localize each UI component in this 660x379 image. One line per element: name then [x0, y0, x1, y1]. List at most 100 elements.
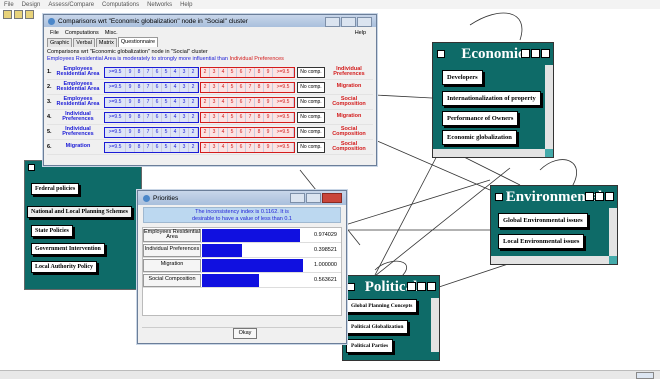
minimize-icon[interactable] [325, 17, 340, 27]
scale-cell[interactable]: 3 [210, 67, 219, 77]
scale-cell[interactable]: 7 [246, 67, 255, 77]
node-political-parties[interactable]: Political Parties [346, 339, 394, 353]
scale-cell[interactable]: 7 [246, 112, 255, 122]
menu-misc[interactable]: Misc. [105, 30, 118, 36]
scale-cell[interactable]: 8 [255, 127, 264, 137]
vertical-scrollbar[interactable] [431, 298, 439, 352]
scale-cell[interactable]: 5 [162, 127, 171, 137]
scale-cell[interactable]: 9 [126, 82, 135, 92]
scale-cell[interactable]: 4 [219, 67, 228, 77]
scale-cell[interactable]: 7 [144, 97, 153, 107]
scale-cell[interactable]: 9 [264, 112, 273, 122]
close-icon[interactable] [605, 192, 614, 201]
scale-cell[interactable]: 5 [162, 112, 171, 122]
scale-cell[interactable]: 8 [255, 82, 264, 92]
scale-cell[interactable]: >=9.5 [105, 112, 126, 122]
scale-cell[interactable]: 7 [144, 142, 153, 152]
node-political-globalization[interactable]: Political Globalization [346, 320, 409, 334]
scale-cell[interactable]: 9 [126, 67, 135, 77]
scale-cell[interactable]: 8 [255, 112, 264, 122]
node-federal-policies[interactable]: Federal policies [31, 183, 80, 195]
no-comparison-button[interactable]: No comp. [297, 111, 325, 123]
priorities-titlebar[interactable]: Priorities [138, 191, 346, 205]
scale-cell[interactable]: 2 [201, 97, 210, 107]
menu-help[interactable]: Help [355, 30, 366, 36]
maximize-icon[interactable] [341, 17, 356, 27]
political-cluster-window[interactable]: Political Global Planning Concepts Polit… [342, 275, 440, 361]
scale-cell[interactable]: 9 [126, 97, 135, 107]
scale-cell[interactable]: 7 [144, 112, 153, 122]
scale-cell[interactable]: 6 [153, 82, 162, 92]
minimize-icon[interactable] [585, 192, 594, 201]
maximize-icon[interactable] [417, 282, 426, 291]
scale-cell[interactable]: >=9.5 [105, 142, 126, 152]
node-state-policies[interactable]: State Policies [31, 225, 73, 237]
scale-cell[interactable]: 9 [264, 97, 273, 107]
scale-cell[interactable]: 9 [264, 67, 273, 77]
scale-cell[interactable]: 6 [237, 97, 246, 107]
no-comparison-button[interactable]: No comp. [297, 66, 325, 78]
scale-cell[interactable]: 2 [189, 127, 198, 137]
scale-cell[interactable]: 4 [219, 127, 228, 137]
government-cluster-window[interactable]: Federal policies National and Local Plan… [24, 160, 142, 290]
resize-handle[interactable] [545, 149, 553, 157]
scale-cell[interactable]: 2 [201, 67, 210, 77]
scale-cell[interactable]: 4 [219, 82, 228, 92]
scale-cell[interactable]: 5 [162, 82, 171, 92]
maximize-icon[interactable] [306, 193, 321, 203]
scale-cell[interactable]: >=9.5 [273, 67, 294, 77]
scale-cell[interactable]: 8 [135, 97, 144, 107]
menu-computations[interactable]: Computations [65, 30, 99, 36]
scale-cell[interactable]: 4 [171, 97, 180, 107]
scale-cell[interactable]: 3 [180, 97, 189, 107]
scale-cell[interactable]: 7 [246, 142, 255, 152]
scale-cell[interactable]: 2 [189, 67, 198, 77]
node-performance-of-owners[interactable]: Performance of Owners [442, 111, 519, 126]
scale-cell[interactable]: 2 [201, 142, 210, 152]
scale-cell[interactable]: 7 [246, 97, 255, 107]
tab-matrix[interactable]: Matrix [95, 38, 117, 47]
scale-cell[interactable]: 5 [228, 112, 237, 122]
scale-cell[interactable]: 5 [228, 67, 237, 77]
scale-cell[interactable]: 3 [180, 67, 189, 77]
scale-cell[interactable]: 4 [171, 82, 180, 92]
scale-cell[interactable]: 5 [228, 82, 237, 92]
window-menu-icon[interactable] [437, 50, 445, 58]
scale-cell[interactable]: 2 [201, 127, 210, 137]
scale-cell[interactable]: 2 [189, 82, 198, 92]
scale-cell[interactable]: >=9.5 [273, 82, 294, 92]
scale-cell[interactable]: 6 [237, 112, 246, 122]
node-local-environmental-issues[interactable]: Local Environmental issues [498, 234, 585, 249]
close-icon[interactable] [427, 282, 436, 291]
node-economic-globalization[interactable]: Economic globalization [442, 130, 517, 145]
window-menu-icon[interactable] [28, 164, 35, 171]
scale-cell[interactable]: 9 [264, 142, 273, 152]
vertical-scrollbar[interactable] [545, 65, 553, 149]
minimize-icon[interactable] [521, 49, 530, 58]
window-menu-icon[interactable] [347, 283, 355, 291]
no-comparison-button[interactable]: No comp. [297, 96, 325, 108]
scale-cell[interactable]: 8 [135, 127, 144, 137]
scale-cell[interactable]: >=9.5 [273, 97, 294, 107]
scale-cell[interactable]: 3 [210, 97, 219, 107]
scale-cell[interactable]: >=9.5 [105, 97, 126, 107]
scale-cell[interactable]: 4 [219, 97, 228, 107]
node-local-authority-policy[interactable]: Local Authority Policy [31, 261, 97, 273]
scale-cell[interactable]: 4 [171, 142, 180, 152]
scale-cell[interactable]: >=9.5 [105, 82, 126, 92]
vertical-scrollbar[interactable] [609, 208, 617, 256]
horizontal-scrollbar[interactable] [433, 149, 545, 157]
scale-cell[interactable]: 3 [210, 82, 219, 92]
restore-icon[interactable] [357, 17, 372, 27]
scale-cell[interactable]: 4 [219, 142, 228, 152]
tab-questionnaire[interactable]: Questionnaire [117, 37, 159, 47]
scale-cell[interactable]: 8 [135, 142, 144, 152]
menu-file[interactable]: File [50, 30, 59, 36]
scale-cell[interactable]: >=9.5 [273, 127, 294, 137]
scale-cell[interactable]: 2 [201, 112, 210, 122]
node-internationalization-of-property[interactable]: Internationalization of property [442, 91, 541, 106]
node-global-planning-concepts[interactable]: Global Planning Concepts [346, 299, 418, 313]
scale-cell[interactable]: 5 [228, 97, 237, 107]
scale-cell[interactable]: 9 [126, 127, 135, 137]
scale-cell[interactable]: 3 [210, 112, 219, 122]
